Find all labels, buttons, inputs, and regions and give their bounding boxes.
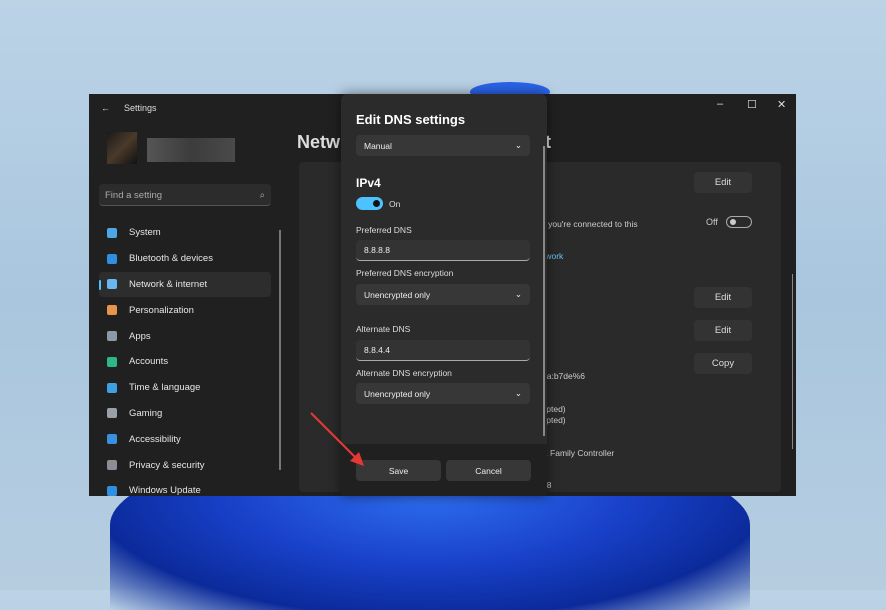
red-arrow-annotation (310, 412, 364, 466)
